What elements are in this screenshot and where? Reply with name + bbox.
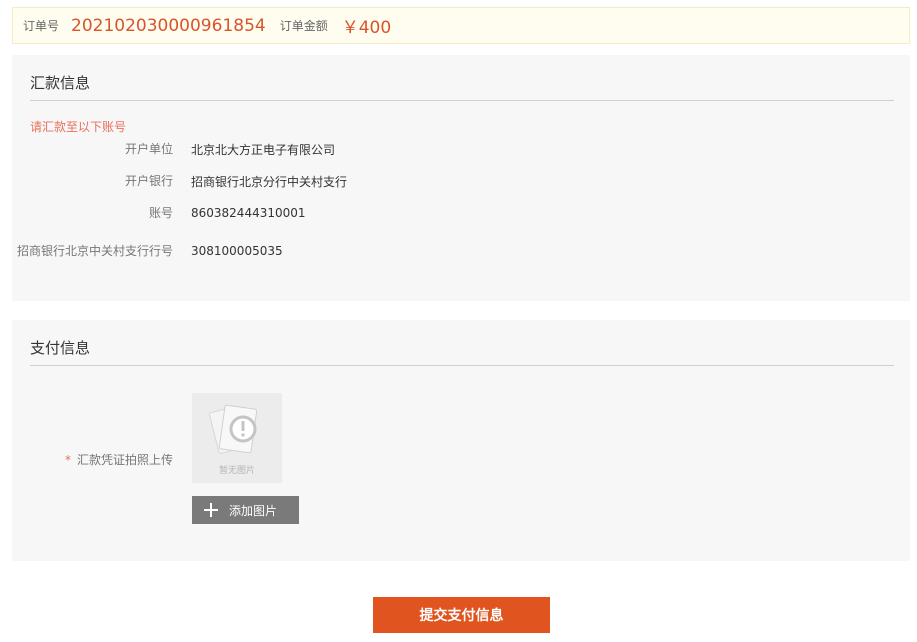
required-mark: * bbox=[64, 453, 71, 467]
receipt-thumbnail[interactable]: 暂无图片 bbox=[192, 393, 282, 483]
account-number-value: 860382444310001 bbox=[191, 206, 306, 220]
info-row-account-number: 账号 860382444310001 bbox=[12, 205, 910, 221]
upload-receipt-label: * 汇款凭证拍照上传 bbox=[12, 451, 173, 468]
bank-label: 开户银行 bbox=[124, 174, 173, 188]
submit-payment-button[interactable]: 提交支付信息 bbox=[373, 597, 550, 633]
remittance-title: 汇款信息 bbox=[30, 74, 91, 92]
order-number-label: 订单号 bbox=[23, 19, 60, 33]
info-row-bank-code: 招商银行北京中关村支行行号 308100005035 bbox=[12, 236, 910, 266]
account-holder-label: 开户单位 bbox=[124, 142, 173, 156]
order-number-value: 202102030000961854 bbox=[71, 15, 266, 36]
page-root: 订单号 202102030000961854 订单金额 ￥400 汇款信息 请汇… bbox=[0, 0, 917, 642]
order-amount-value: ￥400 bbox=[341, 18, 392, 38]
section-divider bbox=[30, 365, 894, 366]
account-holder-value: 北京北大方正电子有限公司 bbox=[191, 142, 336, 157]
add-image-button[interactable]: 添加图片 bbox=[192, 496, 299, 524]
remittance-notice: 请汇款至以下账号 bbox=[30, 120, 127, 134]
payment-title: 支付信息 bbox=[30, 339, 91, 357]
add-image-label: 添加图片 bbox=[229, 503, 278, 518]
plus-icon bbox=[204, 503, 218, 517]
bank-code-value: 308100005035 bbox=[191, 244, 283, 258]
no-image-text: 暂无图片 bbox=[219, 464, 255, 476]
section-divider bbox=[30, 100, 894, 101]
payment-info-panel: 支付信息 * 汇款凭证拍照上传 暂无图片 添加图片 bbox=[12, 320, 910, 561]
order-amount-label: 订单金额 bbox=[279, 19, 328, 33]
no-image-placeholder-icon: 暂无图片 bbox=[192, 393, 282, 483]
account-number-label: 账号 bbox=[148, 206, 173, 220]
remittance-info-panel: 汇款信息 请汇款至以下账号 开户单位 北京北大方正电子有限公司 开户银行 招商银… bbox=[12, 55, 910, 301]
info-row-bank: 开户银行 招商银行北京分行中关村支行 bbox=[12, 173, 910, 189]
info-row-account-holder: 开户单位 北京北大方正电子有限公司 bbox=[12, 141, 910, 157]
bank-value: 招商银行北京分行中关村支行 bbox=[191, 174, 348, 189]
bank-code-label: 招商银行北京中关村支行行号 bbox=[16, 244, 173, 258]
upload-receipt-label-text: 汇款凭证拍照上传 bbox=[76, 453, 173, 467]
order-summary-bar: 订单号 202102030000961854 订单金额 ￥400 bbox=[12, 7, 910, 44]
